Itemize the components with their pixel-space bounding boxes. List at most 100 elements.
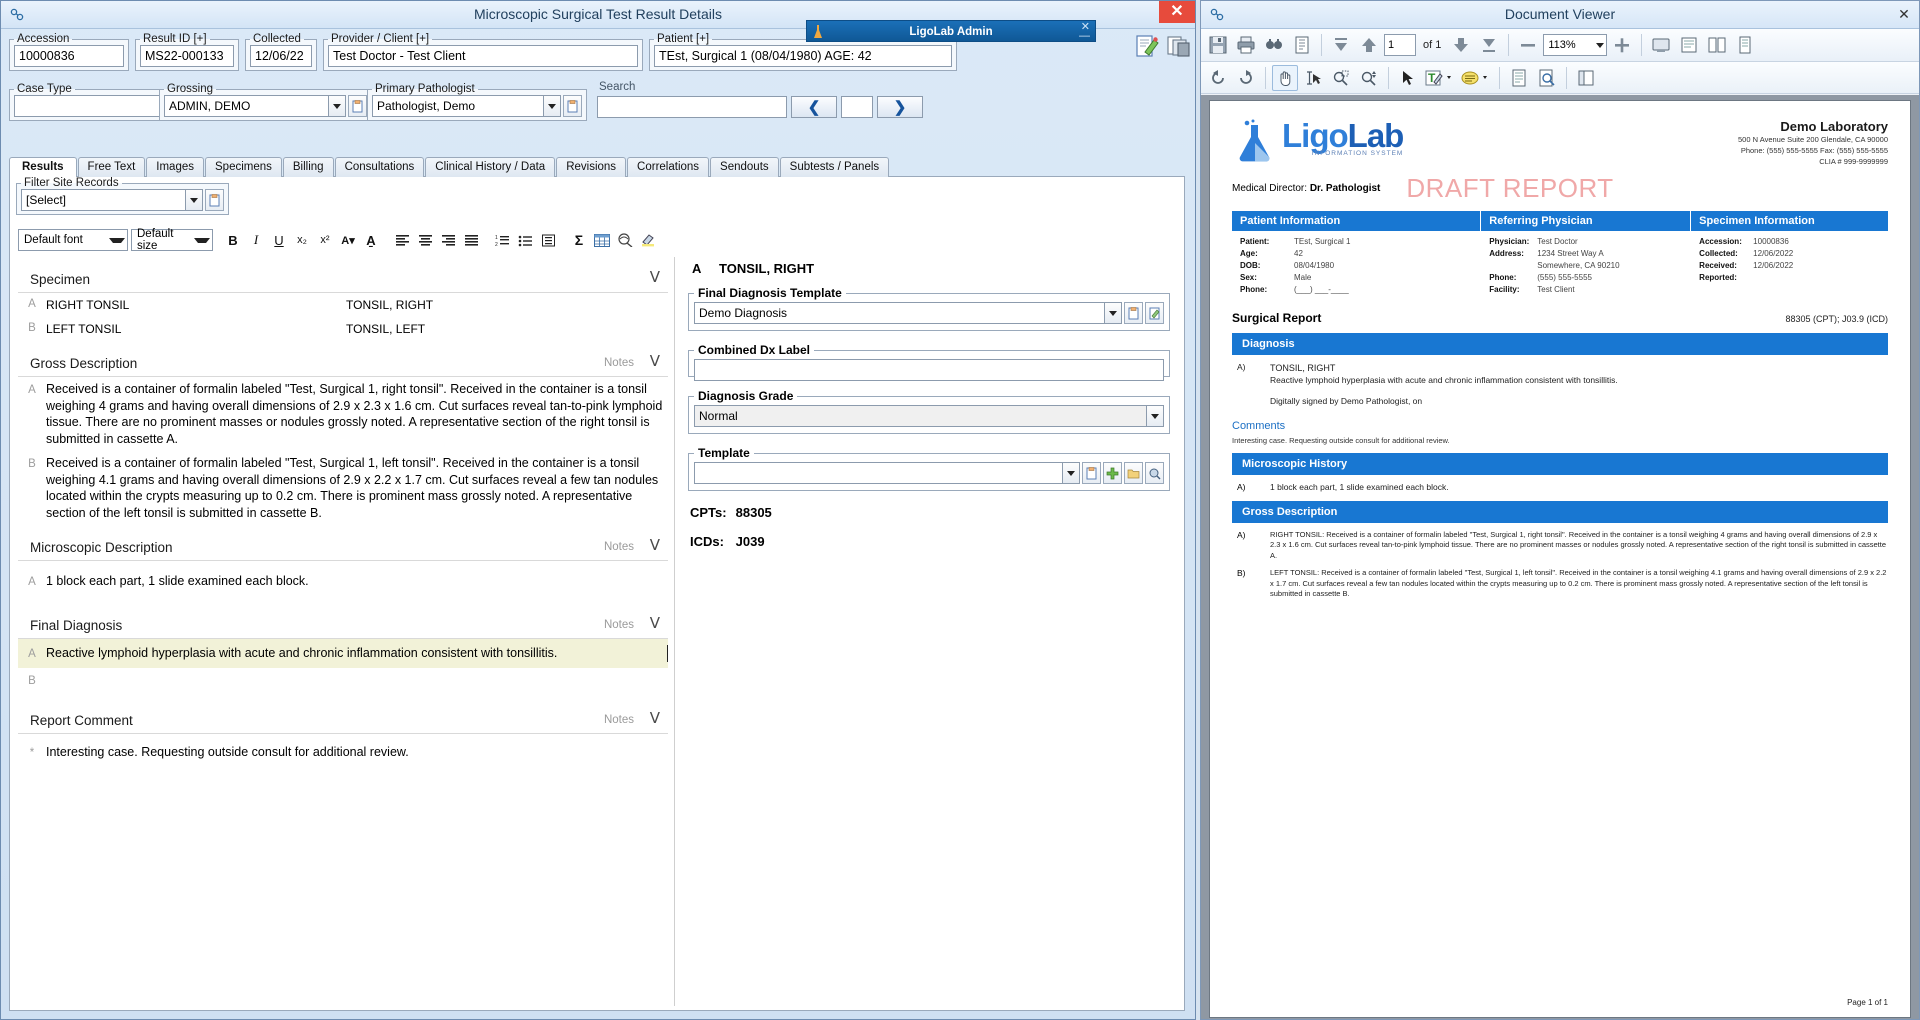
combined-dx-label-input[interactable] [694, 359, 1164, 381]
sticky-note-icon[interactable] [1459, 65, 1493, 91]
ligolab-admin-minimize-icon[interactable]: — [1079, 31, 1090, 42]
filter-site-records-combo[interactable] [21, 189, 224, 211]
gross-notes-link[interactable]: Notes [604, 357, 634, 369]
diagnosis-grade-combo[interactable] [694, 405, 1164, 427]
tab-correlations[interactable]: Correlations [627, 157, 710, 177]
final-diagnosis-text[interactable] [46, 672, 668, 690]
final-diagnosis-template-input[interactable] [694, 302, 1105, 324]
tab-billing[interactable]: Billing [282, 157, 334, 177]
tab-revisions[interactable]: Revisions [556, 157, 627, 177]
sigma-button[interactable]: Σ [568, 229, 590, 251]
single-page-button[interactable] [1732, 32, 1758, 58]
zoom-dynamic-icon[interactable] [1356, 65, 1382, 91]
ligolab-admin-window[interactable]: LigoLab Admin ✕ — [806, 20, 1096, 42]
provider-client-input[interactable] [328, 45, 638, 67]
final-diagnosis-notes-link[interactable]: Notes [604, 619, 634, 631]
case-type-input[interactable] [14, 95, 179, 117]
bold-button[interactable]: B [222, 229, 244, 251]
last-page-button[interactable] [1476, 32, 1502, 58]
zoom-area-icon[interactable] [1328, 65, 1354, 91]
search-input[interactable] [597, 96, 787, 118]
pan-hand-icon[interactable] [1272, 64, 1298, 91]
tab-sendouts[interactable]: Sendouts [710, 157, 779, 177]
chevron-down-icon[interactable] [1147, 405, 1164, 427]
collected-input[interactable] [250, 45, 312, 67]
chevron-down-icon[interactable] [186, 189, 203, 211]
collapse-specimen-icon[interactable]: ᐯ [650, 268, 660, 288]
grossing-lookup-icon[interactable] [348, 95, 367, 117]
primary-pathologist-combo[interactable] [372, 95, 582, 117]
font-color-button[interactable]: A▾ [337, 229, 359, 251]
template-new-icon[interactable] [1082, 462, 1101, 484]
rotate-right-icon[interactable] [1233, 65, 1259, 91]
next-record-button[interactable]: ❯ [877, 96, 923, 118]
collapse-final-diagnosis-icon[interactable]: ᐯ [650, 614, 660, 634]
microscopic-paragraph[interactable]: A 1 block each part, 1 slide examined ea… [18, 561, 668, 595]
thumbnails-icon[interactable] [1573, 65, 1599, 91]
template-lookup-icon[interactable] [1124, 302, 1143, 324]
report-comment-text[interactable]: Interesting case. Requesting outside con… [46, 744, 668, 762]
first-page-button[interactable] [1328, 32, 1354, 58]
print-button[interactable] [1233, 32, 1259, 58]
edit-report-icon[interactable] [1134, 34, 1160, 58]
chevron-down-icon[interactable] [329, 95, 346, 117]
insert-table-button[interactable] [591, 229, 613, 251]
template-search-icon[interactable] [1145, 462, 1164, 484]
document-canvas[interactable]: LigoLab INFORMATION SYSTEM Demo Laborato… [1201, 95, 1919, 1019]
accession-input[interactable] [14, 45, 124, 67]
filter-site-records-input[interactable] [21, 189, 186, 211]
tab-free-text[interactable]: Free Text [77, 157, 146, 177]
font-family-select[interactable]: Default font [18, 229, 128, 251]
next-page-button[interactable] [1448, 32, 1474, 58]
chevron-down-icon[interactable] [544, 95, 561, 117]
zoom-in-button[interactable] [1609, 32, 1635, 58]
find-button[interactable] [1261, 32, 1287, 58]
final-diagnosis-paragraph[interactable]: B [18, 668, 668, 694]
page-view-icon[interactable] [1506, 65, 1532, 91]
subscript-button[interactable]: x₂ [291, 229, 313, 251]
gross-paragraph[interactable]: A Received is a container of formalin la… [18, 377, 668, 451]
grossing-combo[interactable] [164, 95, 367, 117]
document-viewer-close-button[interactable]: ✕ [1893, 5, 1915, 24]
result-id-input[interactable] [140, 45, 234, 67]
tab-subtests-panels[interactable]: Subtests / Panels [779, 157, 890, 177]
text-markup-icon[interactable]: T [1423, 65, 1457, 91]
final-diagnosis-paragraph[interactable]: A Reactive lymphoid hyperplasia with acu… [18, 638, 668, 668]
page-number-input[interactable] [1384, 34, 1416, 56]
collapse-microscopic-icon[interactable]: ᐯ [650, 536, 660, 556]
save-button[interactable] [1205, 32, 1231, 58]
indent-button[interactable] [537, 229, 559, 251]
chevron-down-icon[interactable] [1063, 462, 1080, 484]
bulleted-list-button[interactable] [514, 229, 536, 251]
zoom-out-button[interactable] [1515, 32, 1541, 58]
template-edit-icon[interactable] [1145, 302, 1164, 324]
microscopic-text[interactable]: 1 block each part, 1 slide examined each… [46, 573, 668, 591]
microscopic-notes-link[interactable]: Notes [604, 541, 634, 553]
underline-button[interactable]: U [268, 229, 290, 251]
final-diagnosis-text[interactable]: Reactive lymphoid hyperplasia with acute… [46, 644, 668, 662]
previous-page-button[interactable] [1356, 32, 1382, 58]
collapse-report-comment-icon[interactable]: ᐯ [650, 709, 660, 729]
search-doc-icon[interactable] [1534, 65, 1560, 91]
tab-images[interactable]: Images [146, 157, 204, 177]
template-add-icon[interactable] [1103, 462, 1122, 484]
fit-width-button[interactable] [1676, 32, 1702, 58]
gross-text[interactable]: Received is a container of formalin labe… [46, 381, 668, 447]
align-center-button[interactable] [414, 229, 436, 251]
patient-input[interactable] [654, 45, 952, 67]
italic-button[interactable]: I [245, 229, 267, 251]
fit-page-button[interactable] [1648, 32, 1674, 58]
text-select-icon[interactable] [1300, 65, 1326, 91]
final-diagnosis-template-combo[interactable] [694, 302, 1164, 324]
filter-lookup-icon[interactable] [205, 189, 224, 211]
collapse-gross-icon[interactable]: ᐯ [650, 352, 660, 372]
tab-specimens[interactable]: Specimens [205, 157, 282, 177]
align-left-button[interactable] [391, 229, 413, 251]
template-input[interactable] [694, 462, 1063, 484]
select-arrow-icon[interactable] [1395, 65, 1421, 91]
diagnosis-grade-input[interactable] [694, 405, 1147, 427]
numbered-list-button[interactable]: 12 [491, 229, 513, 251]
gross-paragraph[interactable]: B Received is a container of formalin la… [18, 451, 668, 525]
template-folder-icon[interactable] [1124, 462, 1143, 484]
template-combo[interactable] [694, 462, 1164, 484]
